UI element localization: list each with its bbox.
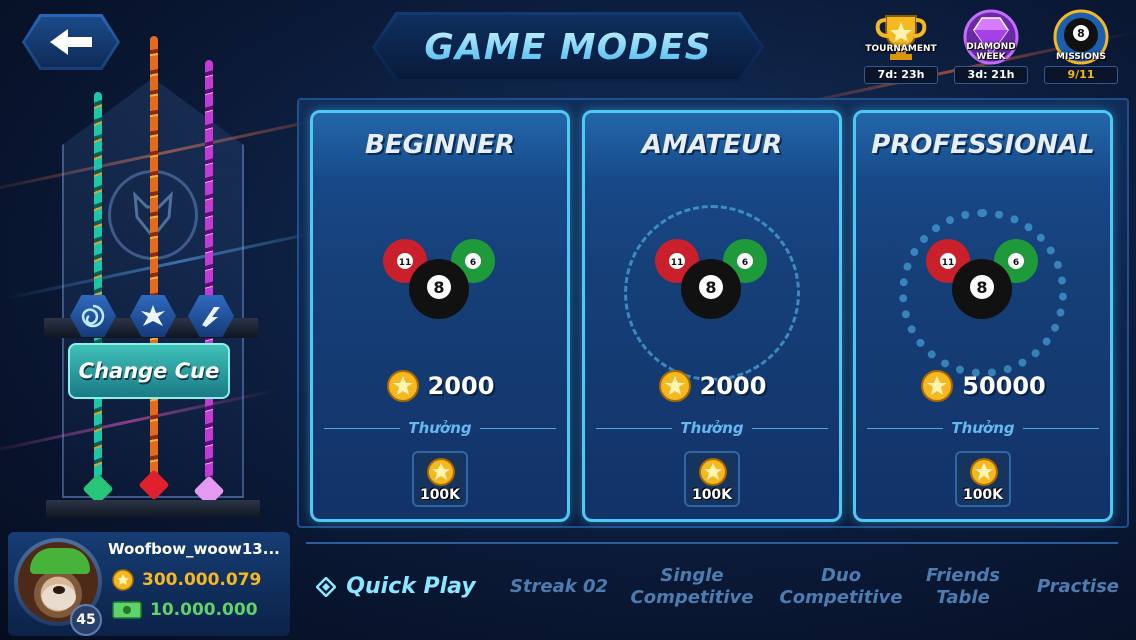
diamond-week-event[interactable]: DIAMOND WEEK 3d: 21h xyxy=(950,8,1032,86)
entry-fee-value: 2000 xyxy=(699,372,767,400)
event-label: TOURNAMENT xyxy=(865,44,937,54)
mode-card-amateur[interactable]: AMATEUR 11 6 8 2000 Thưởng 100K xyxy=(582,110,842,522)
title-plate: GAME MODES xyxy=(372,12,764,82)
mode-card-beginner[interactable]: BEGINNER 11 6 8 2000 Thưởng 100K xyxy=(310,110,570,522)
reward-label-row: Thưởng xyxy=(313,419,567,437)
svg-text:8: 8 xyxy=(705,278,716,297)
reward-box: 100K xyxy=(955,451,1011,507)
reward-amount: 100K xyxy=(691,487,733,503)
tab-friends-table[interactable]: Friends Table xyxy=(920,562,1006,612)
coin-icon xyxy=(427,458,455,486)
svg-text:11: 11 xyxy=(942,258,955,268)
change-cue-button[interactable]: Change Cue xyxy=(68,343,230,399)
event-timer: 3d: 21h xyxy=(954,66,1028,84)
tournament-event[interactable]: TOURNAMENT 7d: 23h xyxy=(860,8,942,86)
mode-card-professional[interactable]: PROFESSIONAL 11 6 8 50000 Thưởng 100K xyxy=(853,110,1113,522)
tab-label-line1: Friends xyxy=(926,565,1000,586)
event-label: DIAMOND WEEK xyxy=(966,42,1016,62)
coin-icon xyxy=(921,370,954,402)
cash-row: 10.000.000 xyxy=(112,598,282,622)
trophy-icon xyxy=(872,8,930,66)
tab-label-line1: Duo xyxy=(820,565,862,586)
coin-icon xyxy=(970,458,998,486)
tab-quick-play[interactable]: Quick Play xyxy=(308,562,484,612)
reward-box: 100K xyxy=(412,451,468,507)
svg-text:11: 11 xyxy=(399,258,412,268)
missions-event[interactable]: 8 MISSIONS 9/11 xyxy=(1040,8,1122,86)
tab-practise[interactable]: Practise xyxy=(1030,562,1126,612)
card-header: PROFESSIONAL xyxy=(856,113,1110,177)
level-badge: 45 xyxy=(70,604,102,636)
tab-label: Practise xyxy=(1036,576,1120,597)
cash-value: 10.000.000 xyxy=(150,600,258,620)
svg-text:6: 6 xyxy=(742,258,748,268)
card-header: AMATEUR xyxy=(585,113,839,177)
svg-text:6: 6 xyxy=(470,258,476,268)
tab-single-competitive[interactable]: Single Competitive xyxy=(630,562,754,612)
card-header: BEGINNER xyxy=(313,113,567,177)
entry-fee-value: 2000 xyxy=(427,372,495,400)
mode-title: AMATEUR xyxy=(641,130,783,160)
back-arrow-icon xyxy=(50,29,92,55)
reward-box: 100K xyxy=(684,451,740,507)
event-timer: 7d: 23h xyxy=(864,66,938,84)
entry-fee: 50000 xyxy=(856,369,1110,403)
coin-icon xyxy=(699,458,727,486)
cash-icon xyxy=(112,601,142,619)
tab-label: Streak 02 xyxy=(509,576,609,597)
mode-title: PROFESSIONAL xyxy=(871,130,1095,160)
coin-icon xyxy=(386,370,419,402)
reward-label: Thưởng xyxy=(951,419,1015,437)
coins-row: 300.000.079 xyxy=(112,568,282,592)
reward-label-row: Thưởng xyxy=(585,419,839,437)
back-button[interactable] xyxy=(22,14,120,70)
event-timer: 9/11 xyxy=(1044,66,1118,84)
coin-icon xyxy=(658,370,691,402)
cue-purple[interactable] xyxy=(205,60,213,490)
player-name: Woofbow_woow13... xyxy=(108,540,280,558)
cue-orange[interactable] xyxy=(150,36,158,476)
svg-text:11: 11 xyxy=(671,258,684,268)
reward-label: Thưởng xyxy=(680,419,744,437)
tab-label-line2: Competitive xyxy=(630,587,754,608)
coin-icon xyxy=(112,569,134,591)
svg-text:6: 6 xyxy=(1013,258,1019,268)
reward-label-row: Thưởng xyxy=(856,419,1110,437)
tab-divider xyxy=(306,542,1118,544)
svg-text:8: 8 xyxy=(1077,27,1085,40)
tab-label: Quick Play xyxy=(346,574,476,599)
billiard-balls-icon: 11 6 8 xyxy=(383,239,495,319)
entry-fee: 2000 xyxy=(585,369,839,403)
event-label: MISSIONS xyxy=(1056,52,1106,62)
cue-rack-base xyxy=(46,500,260,518)
tab-label-line1: Single xyxy=(660,565,724,586)
page-title: GAME MODES xyxy=(424,26,712,68)
entry-fee: 2000 xyxy=(313,369,567,403)
reward-amount: 100K xyxy=(419,487,461,503)
svg-text:8: 8 xyxy=(433,278,444,297)
reward-label: Thưởng xyxy=(408,419,472,437)
tab-label-line2: Competitive xyxy=(779,587,903,608)
svg-text:8: 8 xyxy=(976,278,987,297)
entry-fee-value: 50000 xyxy=(962,372,1046,400)
billiard-balls-icon: 11 6 8 xyxy=(926,239,1038,319)
coins-value: 300.000.079 xyxy=(142,570,262,590)
cue-teal[interactable] xyxy=(94,92,102,482)
mode-title: BEGINNER xyxy=(365,130,515,160)
billiard-balls-icon: 11 6 8 xyxy=(655,239,767,319)
reward-amount: 100K xyxy=(962,487,1004,503)
tab-streak[interactable]: Streak 02 xyxy=(500,562,618,612)
tab-duo-competitive[interactable]: Duo Competitive xyxy=(778,562,904,612)
tab-label-line2: Table xyxy=(936,587,990,608)
diamond-marker-icon xyxy=(316,577,337,597)
